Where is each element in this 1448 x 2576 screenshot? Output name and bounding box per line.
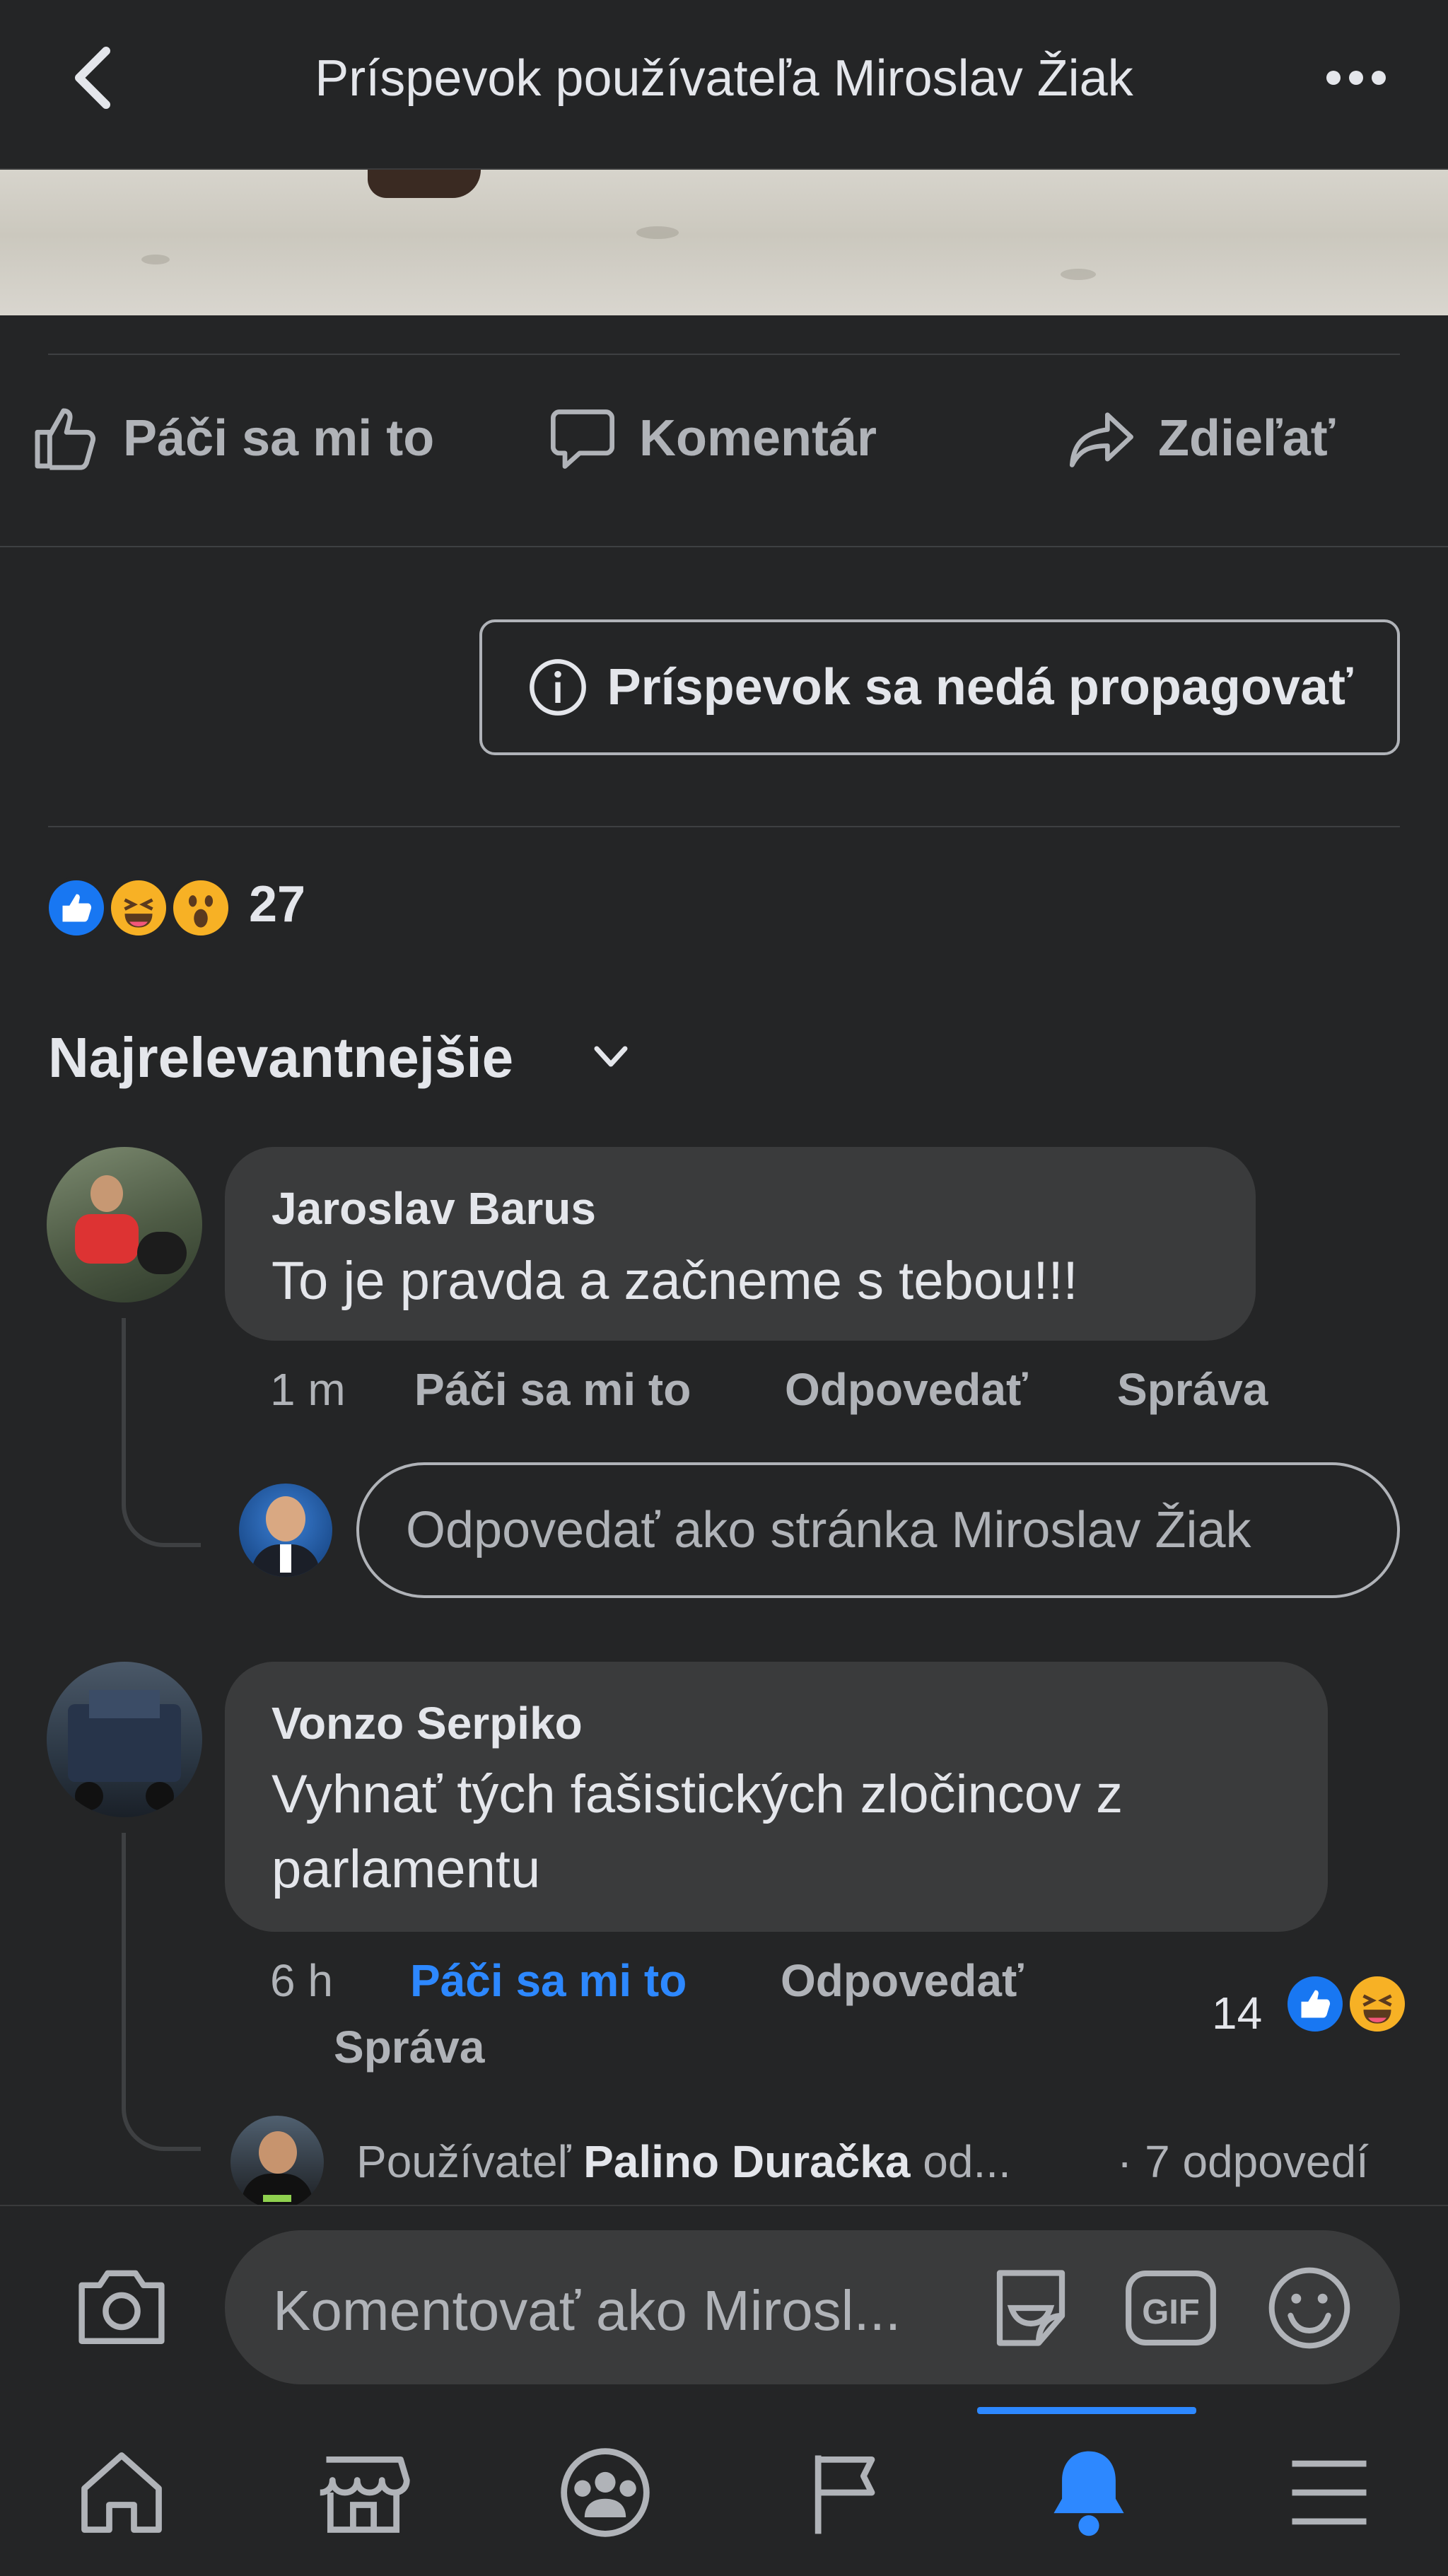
bottom-navigation xyxy=(0,2410,1448,2576)
gif-icon[interactable]: GIF xyxy=(1123,2266,1219,2350)
page-avatar xyxy=(239,1484,332,1577)
replies-prefix: Používateľ xyxy=(356,2136,571,2187)
thumbs-up-icon xyxy=(35,408,95,470)
view-replies-link[interactable]: Používateľ Palino Duračka od... xyxy=(356,2135,1011,2188)
comment-like-link[interactable]: Páči sa mi to xyxy=(414,1363,691,1416)
reply-input[interactable]: Odpovedať ako stránka Miroslav Žiak xyxy=(356,1462,1400,1598)
comment-text-line: Vyhnať tých fašistických zločincov z xyxy=(272,1764,1123,1824)
wow-reaction-icon xyxy=(170,877,232,939)
photo-texture xyxy=(636,226,679,239)
comment-button[interactable]: Komentár xyxy=(547,396,877,481)
info-icon xyxy=(529,659,586,716)
reaction-count[interactable]: 27 xyxy=(249,875,305,933)
emoji-icon[interactable] xyxy=(1264,2263,1355,2353)
sticker-icon[interactable] xyxy=(984,2261,1078,2355)
replies-count[interactable]: · 7 odpovedí xyxy=(1117,2135,1369,2188)
comment-message-link[interactable]: Správa xyxy=(1117,1363,1268,1416)
comment-author[interactable]: Jaroslav Barus xyxy=(272,1182,596,1235)
like-reaction-icon xyxy=(1284,1973,1346,2035)
comment-author[interactable]: Vonzo Serpiko xyxy=(272,1697,583,1749)
comment-reaction-count[interactable]: 14 xyxy=(1212,1987,1262,2039)
comment-reply-link[interactable]: Odpovedať xyxy=(781,1954,1024,2007)
comment-timestamp[interactable]: 1 m xyxy=(270,1363,346,1416)
photo-texture xyxy=(1061,269,1096,280)
post-photo[interactable] xyxy=(0,170,1448,315)
share-button[interactable]: Zdieľať xyxy=(1066,396,1335,481)
active-tab-indicator xyxy=(977,2407,1196,2414)
comment-text: To je pravda a začneme s tebou!!! xyxy=(272,1251,1078,1311)
divider xyxy=(0,546,1448,547)
photo-detail xyxy=(368,170,481,198)
marketplace-icon[interactable] xyxy=(300,2432,427,2553)
replies-author-name: Palino Duračka xyxy=(583,2136,911,2187)
promote-label: Príspevok sa nedá propagovať xyxy=(607,659,1353,716)
page-title: Príspevok používateľa Miroslav Žiak xyxy=(315,50,1133,107)
comment-input-placeholder: Komentovať ako Mirosl... xyxy=(273,2279,901,2342)
commenter-avatar[interactable] xyxy=(47,1662,202,1817)
share-label: Zdieľať xyxy=(1158,410,1336,467)
home-icon[interactable] xyxy=(58,2432,185,2553)
photo-texture xyxy=(141,255,170,264)
comment-reply-link[interactable]: Odpovedať xyxy=(785,1363,1028,1416)
like-button[interactable]: Páči sa mi to xyxy=(28,396,434,481)
promote-button[interactable]: Príspevok sa nedá propagovať xyxy=(479,619,1400,755)
more-options-icon[interactable] xyxy=(1321,57,1391,99)
thread-connector xyxy=(122,1833,201,2151)
comment-like-link-active[interactable]: Páči sa mi to xyxy=(410,1954,687,2007)
reactions-summary[interactable] xyxy=(45,877,243,939)
groups-icon[interactable] xyxy=(542,2432,669,2553)
divider xyxy=(48,354,1400,355)
comment-bubble-icon xyxy=(551,409,614,469)
comment-label: Komentár xyxy=(639,410,877,467)
haha-reaction-icon xyxy=(1346,1973,1408,2035)
comment-text-line: parlamentu xyxy=(272,1839,541,1899)
like-reaction-icon xyxy=(45,877,107,939)
menu-icon[interactable] xyxy=(1266,2432,1393,2553)
thread-connector xyxy=(122,1318,201,1547)
pages-flag-icon[interactable] xyxy=(783,2432,911,2553)
commenter-avatar[interactable] xyxy=(47,1147,202,1302)
notifications-bell-icon[interactable] xyxy=(1025,2432,1152,2553)
reply-input-placeholder: Odpovedať ako stránka Miroslav Žiak xyxy=(406,1502,1251,1558)
haha-reaction-icon xyxy=(107,877,170,939)
divider xyxy=(48,826,1400,827)
comment-reactions[interactable] xyxy=(1284,1973,1411,2038)
camera-icon[interactable] xyxy=(74,2261,170,2349)
replies-suffix: od... xyxy=(923,2136,1011,2187)
like-label: Páči sa mi to xyxy=(123,410,435,467)
svg-text:GIF: GIF xyxy=(1142,2293,1200,2331)
share-arrow-icon xyxy=(1070,412,1133,467)
comment-sort-label[interactable]: Najrelevantnejšie xyxy=(48,1025,513,1090)
reply-author-avatar[interactable] xyxy=(230,2116,324,2209)
comment-timestamp[interactable]: 6 h xyxy=(270,1954,333,2007)
comment-message-link[interactable]: Správa xyxy=(334,2021,484,2073)
chevron-down-icon[interactable] xyxy=(591,1043,631,1071)
